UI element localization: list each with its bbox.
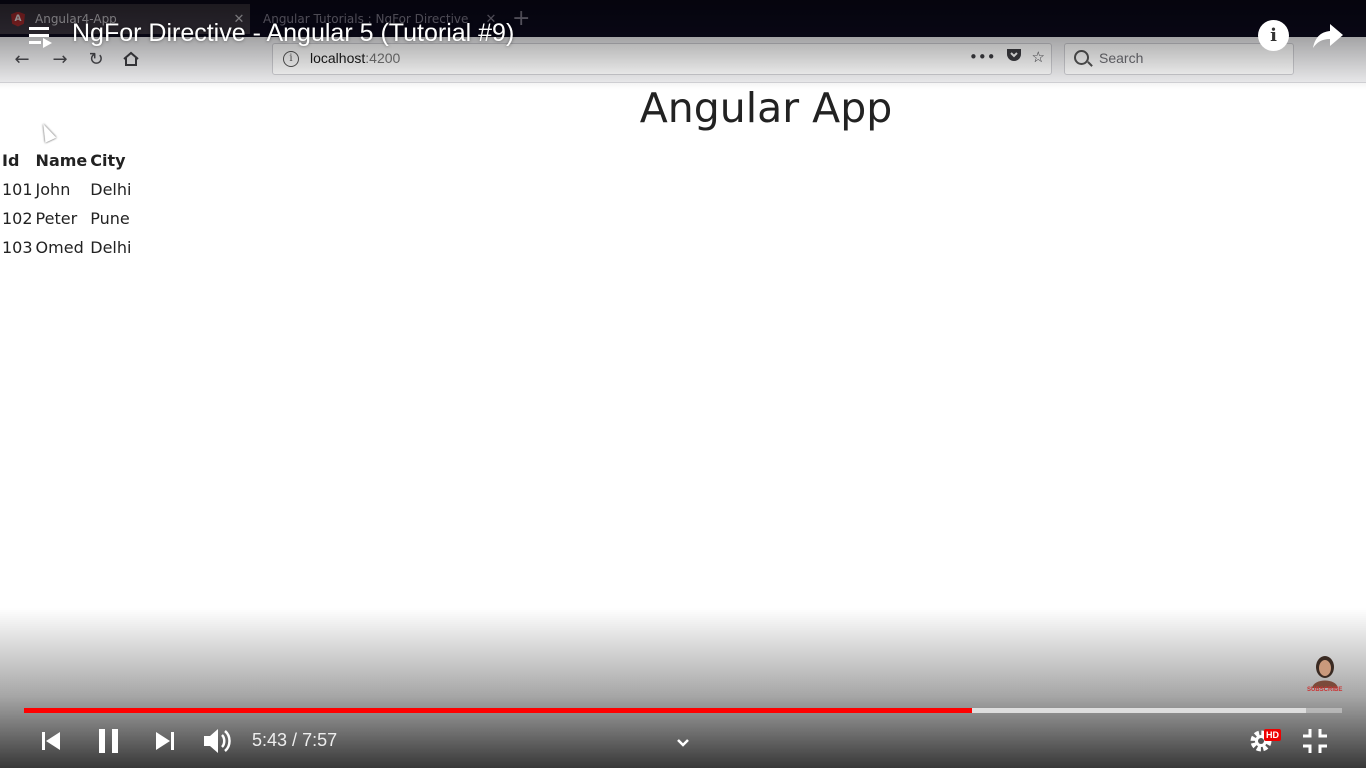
table-row: 102 Peter Pune (1, 204, 133, 233)
cell-id: 101 (2, 180, 33, 199)
search-input[interactable]: Search (1064, 43, 1294, 75)
search-placeholder: Search (1099, 50, 1144, 66)
cell-city: Pune (90, 209, 130, 228)
duration: 7:57 (302, 730, 338, 750)
cell-name: Omed (35, 238, 84, 257)
video-title[interactable]: NgFor Directive - Angular 5 (Tutorial #9… (72, 19, 514, 48)
time-display: 5:43 / 7:57 (252, 730, 337, 751)
reload-icon[interactable]: ↻ (82, 45, 110, 73)
exit-fullscreen-icon[interactable] (1300, 724, 1330, 758)
time-separator: / (287, 730, 303, 750)
cell-id: 102 (2, 209, 33, 228)
subscribe-watermark[interactable]: SUBSCRIBE (1307, 687, 1342, 693)
cell-name: Peter (35, 209, 78, 228)
volume-icon[interactable] (200, 724, 236, 758)
current-time: 5:43 (252, 730, 288, 750)
cell-id: 103 (2, 238, 33, 257)
hd-badge: HD (1264, 729, 1281, 741)
new-tab-plus-icon[interactable]: + (512, 5, 530, 33)
table-header-row: Id Name City (1, 146, 133, 175)
column-header-city: City (90, 151, 126, 170)
chevron-down-icon[interactable] (672, 726, 694, 760)
home-icon[interactable] (117, 45, 145, 73)
column-header-name: Name (35, 151, 88, 170)
table-row: 103 Omed Delhi (1, 233, 133, 262)
page-actions-ellipsis-icon[interactable]: ••• (969, 48, 996, 67)
cell-name: John (35, 180, 71, 199)
pause-button[interactable] (94, 724, 124, 758)
cell-city: Delhi (90, 180, 132, 199)
page-title: Angular App (639, 84, 893, 132)
previous-video-button[interactable] (36, 724, 66, 758)
url-text: localhost:4200 (310, 50, 401, 66)
info-icon[interactable]: i (1258, 20, 1289, 51)
search-icon (1074, 50, 1089, 65)
next-video-button[interactable] (150, 724, 180, 758)
table-row: 101 John Delhi (1, 175, 133, 204)
column-header-id: Id (2, 151, 20, 170)
pocket-icon[interactable] (1006, 48, 1022, 67)
progress-bar[interactable] (24, 708, 1342, 713)
playlist-icon[interactable] (26, 22, 54, 50)
cell-city: Delhi (90, 238, 132, 257)
progress-played (24, 708, 972, 713)
site-info-icon[interactable]: i (283, 51, 299, 67)
employee-table: Id Name City 101 John Delhi 102 Peter Pu… (1, 146, 133, 262)
bookmark-star-icon[interactable]: ☆ (1032, 48, 1045, 67)
share-arrow-icon[interactable] (1312, 22, 1344, 50)
angular-logo-icon: A (11, 11, 25, 27)
